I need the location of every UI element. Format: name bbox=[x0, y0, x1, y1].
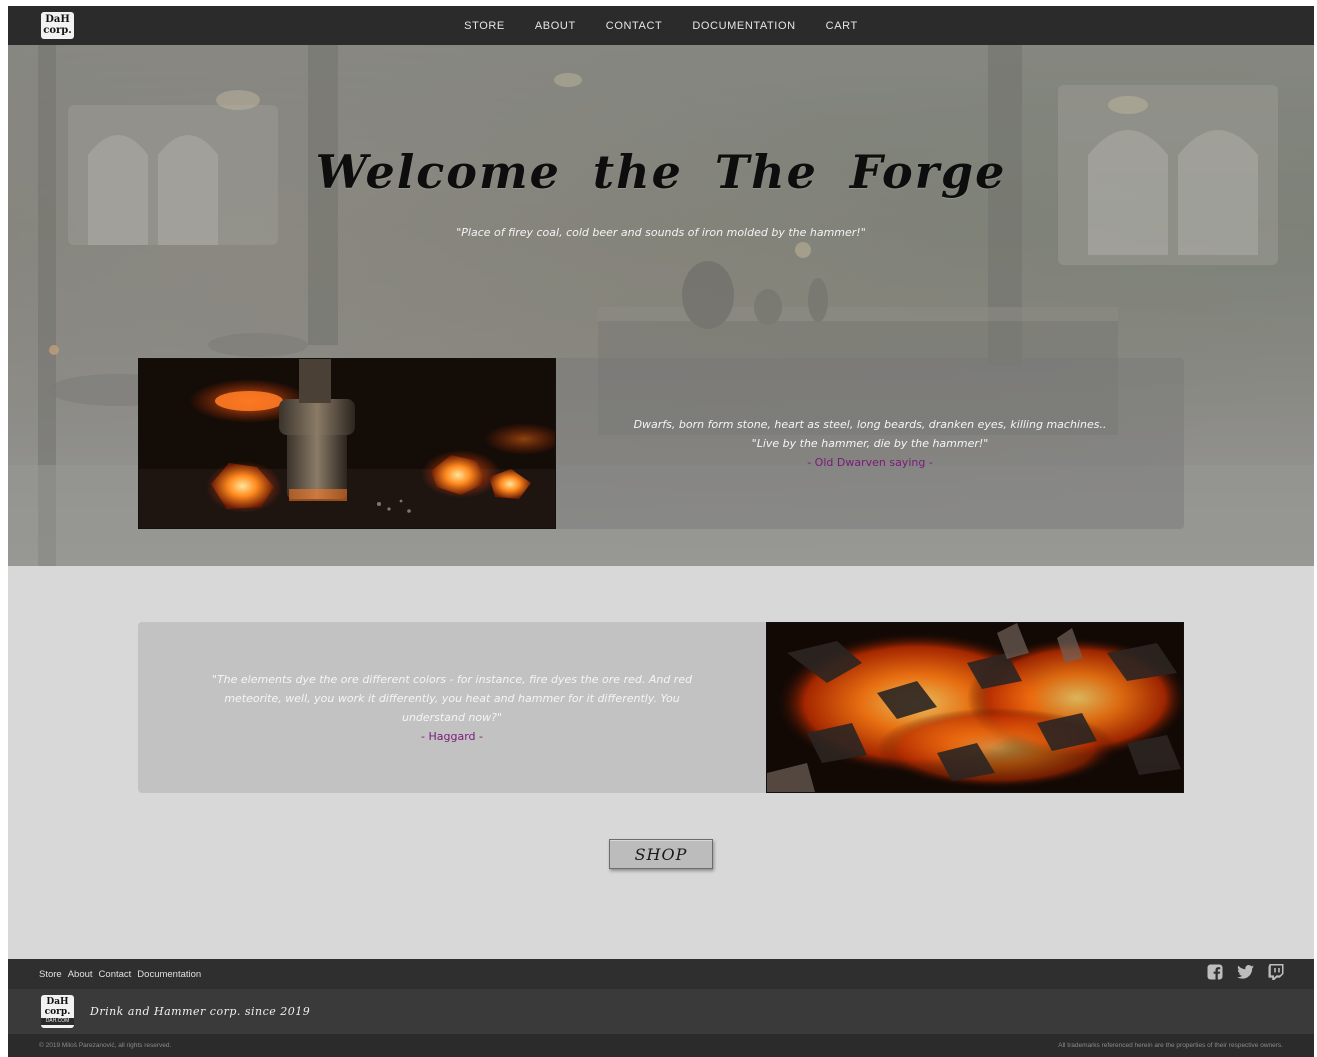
social-links bbox=[1207, 964, 1284, 980]
top-nav: DaH corp. STORE ABOUT CONTACT DOCUMENTAT… bbox=[8, 6, 1314, 45]
nav-link-contact[interactable]: CONTACT bbox=[606, 20, 663, 32]
twitter-icon[interactable] bbox=[1237, 965, 1254, 979]
quote-line: Dwarfs, born form stone, heart as steel,… bbox=[633, 418, 1107, 431]
burning-embers-image bbox=[766, 622, 1184, 793]
feature-box-haggard: "The elements dye the ore different colo… bbox=[138, 622, 1184, 793]
footer-tagline: Drink and Hammer corp. since 2019 bbox=[90, 1005, 311, 1018]
footer-logo[interactable]: DaH corp. DAH.COM bbox=[41, 995, 74, 1028]
hammer-coals-image bbox=[138, 358, 556, 529]
quote-author: - Haggard - bbox=[421, 729, 483, 743]
footer-links: Store About Contact Documentation bbox=[39, 959, 201, 989]
footer-logo-domain: DAH.COM bbox=[41, 1018, 74, 1025]
hero-subtitle: "Place of firey coal, cold beer and soun… bbox=[456, 226, 866, 239]
footer-logo-text-bottom: corp. bbox=[44, 1007, 71, 1017]
quote-author: - Old Dwarven saying - bbox=[807, 456, 933, 469]
copyright-text: © 2019 Miloš Parezanović, all rights res… bbox=[39, 1042, 172, 1049]
nav-link-about[interactable]: ABOUT bbox=[535, 20, 576, 32]
nav-link-cart[interactable]: CART bbox=[826, 20, 858, 32]
dwarf-quote: Dwarfs, born form stone, heart as steel,… bbox=[556, 358, 1184, 529]
hero-section: Welcome the The Forge "Place of firey co… bbox=[8, 45, 1314, 566]
footer-link-store[interactable]: Store bbox=[39, 969, 62, 980]
nav-link-documentation[interactable]: DOCUMENTATION bbox=[692, 20, 795, 32]
trademark-text: All trademarks referenced herein are the… bbox=[1058, 1042, 1283, 1049]
nav-links: STORE ABOUT CONTACT DOCUMENTATION CART bbox=[8, 6, 1314, 45]
facebook-icon[interactable] bbox=[1207, 964, 1223, 980]
footer-legal: © 2019 Miloš Parezanović, all rights res… bbox=[8, 1034, 1314, 1057]
twitch-icon[interactable] bbox=[1268, 964, 1284, 980]
footer-brand: DaH corp. DAH.COM Drink and Hammer corp.… bbox=[8, 989, 1314, 1034]
footer-nav: Store About Contact Documentation bbox=[8, 959, 1314, 989]
haggard-quote: "The elements dye the ore different colo… bbox=[138, 622, 766, 793]
shop-button[interactable]: SHOP bbox=[609, 839, 713, 869]
quote-line: "The elements dye the ore different colo… bbox=[211, 672, 693, 724]
page: DaH corp. STORE ABOUT CONTACT DOCUMENTAT… bbox=[8, 6, 1314, 1057]
page-title: Welcome the The Forge bbox=[315, 145, 1007, 199]
footer-link-documentation[interactable]: Documentation bbox=[137, 969, 201, 980]
footer-logo-text-top: DaH bbox=[46, 997, 69, 1007]
nav-link-store[interactable]: STORE bbox=[464, 20, 505, 32]
feature-box-dwarfs: Dwarfs, born form stone, heart as steel,… bbox=[138, 358, 1184, 529]
footer-link-contact[interactable]: Contact bbox=[99, 969, 132, 980]
quote-line: "Live by the hammer, die by the hammer!" bbox=[751, 437, 989, 450]
footer-link-about[interactable]: About bbox=[68, 969, 93, 980]
